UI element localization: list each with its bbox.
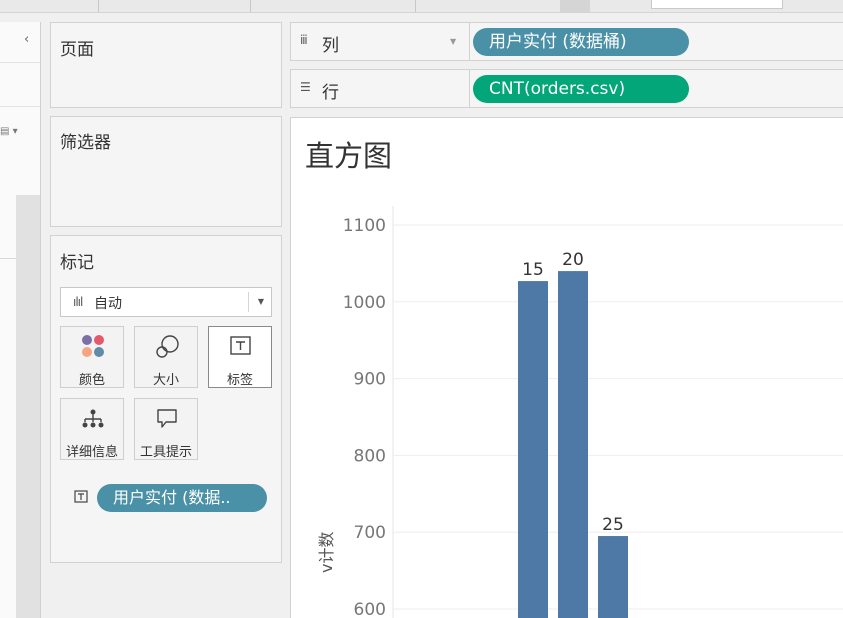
y-tick-label: 700 xyxy=(354,523,386,543)
rows-label: 行 xyxy=(322,83,339,103)
toolbar-active-button[interactable] xyxy=(560,0,590,12)
filters-card[interactable]: 筛选器 xyxy=(50,116,282,227)
chevron-down-icon: ▼ xyxy=(257,297,264,306)
toolbar-divider xyxy=(415,0,416,12)
label-t-icon xyxy=(74,490,88,503)
y-axis-title: v计数 xyxy=(317,531,336,573)
mark-type-dropdown[interactable]: ılıl 自动 ▼ xyxy=(60,287,272,317)
histogram-bar xyxy=(598,536,628,618)
tooltip-label: 工具提示 xyxy=(139,445,192,460)
size-button[interactable]: 大小 xyxy=(134,326,198,388)
toolbar-dropdown[interactable] xyxy=(651,0,783,9)
rows-shelf: ☰ 行 CNT(orders.csv) xyxy=(290,69,843,108)
pages-title: 页面 xyxy=(60,40,94,60)
data-pane: ‹ ▤ ▾ xyxy=(0,22,41,618)
pages-card[interactable]: 页面 xyxy=(50,22,282,108)
label-label: 标签 xyxy=(226,373,253,388)
shelf-divider xyxy=(469,23,470,60)
filters-title: 筛选器 xyxy=(60,133,111,153)
histogram-bar xyxy=(518,281,548,618)
view-toggle-icon[interactable]: ▤ ▾ xyxy=(0,126,18,137)
color-dots-icon xyxy=(82,335,104,357)
toolbar-divider xyxy=(98,0,99,12)
shelf-divider xyxy=(469,70,470,107)
bar-data-label: 20 xyxy=(562,250,584,270)
pane-divider xyxy=(0,62,40,63)
color-dot xyxy=(82,347,92,357)
size-circles-icon xyxy=(156,335,179,358)
dropdown-divider xyxy=(248,292,249,312)
color-dot xyxy=(82,335,92,345)
collapse-left-icon[interactable]: ‹ xyxy=(24,32,29,47)
columns-icon: ⅲ xyxy=(300,33,308,47)
pane-divider xyxy=(0,258,16,259)
top-toolbar-strip xyxy=(0,0,843,13)
label-field-pill[interactable]: 用户实付 (数据.. xyxy=(97,484,267,512)
histogram-chart: 600 700 800 900 1000 1100 15 20 25 xyxy=(343,206,843,618)
columns-label: 列 xyxy=(322,36,339,56)
pane-divider xyxy=(0,106,40,107)
color-dot xyxy=(94,335,104,345)
detail-label: 详细信息 xyxy=(65,445,118,460)
toolbar-divider xyxy=(250,0,251,12)
label-t-icon xyxy=(230,336,251,355)
label-button[interactable]: 标签 xyxy=(208,326,272,388)
bar-data-label: 15 xyxy=(522,260,544,280)
y-tick-label: 600 xyxy=(354,600,386,618)
bar-data-label: 25 xyxy=(602,515,624,535)
columns-shelf: ⅲ 列 ▼ 用户实付 (数据桶) xyxy=(290,22,843,61)
chart-view: 直方图 600 700 800 900 1000 1100 15 20 25 v计数 xyxy=(290,117,843,618)
color-dot xyxy=(94,347,104,357)
rows-pill[interactable]: CNT(orders.csv) xyxy=(473,75,689,103)
bar-chart-icon: ılıl xyxy=(73,295,83,309)
color-button[interactable]: 颜色 xyxy=(60,326,124,388)
tooltip-button[interactable]: 工具提示 xyxy=(134,398,198,460)
pane-scroll-area[interactable] xyxy=(16,195,40,618)
y-tick-label: 900 xyxy=(354,370,386,390)
size-label: 大小 xyxy=(152,373,179,388)
rows-icon: ☰ xyxy=(300,80,311,94)
y-tick-label: 800 xyxy=(354,446,386,466)
y-tick-label: 1000 xyxy=(343,293,386,313)
detail-button[interactable]: 详细信息 xyxy=(60,398,124,460)
color-label: 颜色 xyxy=(78,373,105,388)
detail-tree-icon xyxy=(82,409,104,428)
chevron-down-icon[interactable]: ▼ xyxy=(450,37,456,46)
mark-type-label: 自动 xyxy=(94,296,122,312)
marks-title: 标记 xyxy=(60,253,94,273)
columns-pill[interactable]: 用户实付 (数据桶) xyxy=(473,28,689,56)
marks-card: 标记 ılıl 自动 ▼ 颜色 大小 标签 详细信息 工具提示 用户实付 (数据… xyxy=(50,235,282,563)
y-tick-label: 1100 xyxy=(343,216,386,236)
tooltip-bubble-icon xyxy=(157,409,177,428)
histogram-bar xyxy=(558,271,588,618)
